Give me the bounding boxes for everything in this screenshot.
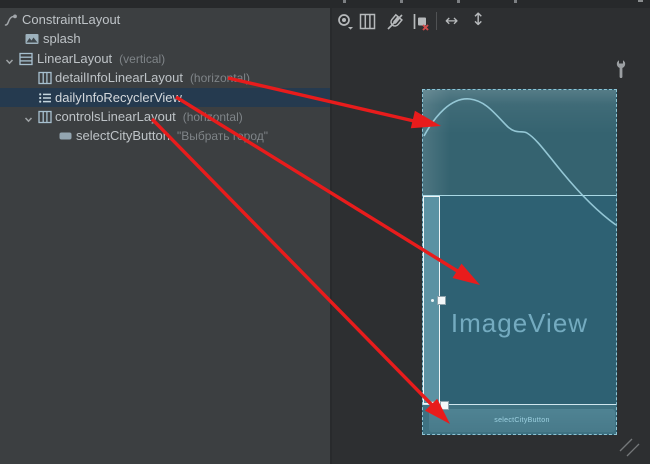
tree-item-label: LinearLayout bbox=[37, 49, 112, 68]
tree-item-secondary: (horizontal) bbox=[183, 108, 243, 127]
toolbar-remnant-icon bbox=[400, 0, 403, 3]
image-icon bbox=[25, 32, 39, 46]
tree-item-splash[interactable]: splash bbox=[0, 29, 330, 48]
tree-item-label: controlsLinearLayout bbox=[55, 107, 176, 126]
tree-item-label: selectCityButton bbox=[76, 126, 170, 145]
view-options-eye-icon[interactable] bbox=[335, 12, 353, 31]
tree-item-label: splash bbox=[43, 29, 81, 48]
button-icon bbox=[59, 129, 73, 143]
resize-handle[interactable] bbox=[430, 401, 439, 410]
select-city-button-preview[interactable]: selectCityButton bbox=[429, 409, 615, 432]
orient-horizontal-icon[interactable]: ↔ bbox=[445, 12, 458, 30]
toolbar-separator bbox=[436, 12, 437, 30]
toolbar-remnant-icon bbox=[457, 0, 460, 3]
canvas-resize-handle[interactable] bbox=[619, 438, 641, 457]
tree-item-label: ConstraintLayout bbox=[22, 10, 120, 29]
controls-linearlayout-region[interactable]: selectCityButton bbox=[423, 404, 616, 434]
tree-item-detailinfolinearlayout[interactable]: detailInfoLinearLayout (horizontal) bbox=[0, 68, 330, 87]
linearlayout-vertical-icon bbox=[19, 52, 33, 66]
clear-constraints-icon[interactable] bbox=[411, 12, 429, 31]
wrench-icon[interactable] bbox=[613, 58, 629, 80]
panel-divider[interactable] bbox=[330, 8, 332, 464]
toolbar-remnant-icon bbox=[638, 0, 643, 2]
tree-item-dailyinforecyclerview[interactable]: dailyInfoRecyclerView bbox=[0, 88, 330, 107]
constraint-layout-icon bbox=[4, 13, 18, 27]
top-strip bbox=[0, 0, 650, 8]
recyclerview-list-icon bbox=[38, 91, 52, 105]
chevron-down-icon[interactable] bbox=[23, 111, 34, 122]
tree-item-label: dailyInfoRecyclerView bbox=[55, 88, 182, 107]
chevron-down-icon[interactable] bbox=[4, 53, 15, 64]
tree-item-controlslinearlayout[interactable]: controlsLinearLayout (horizontal) bbox=[0, 107, 330, 126]
orient-vertical-icon[interactable]: ↕ bbox=[471, 11, 485, 29]
splash-imageview-region[interactable] bbox=[423, 90, 616, 196]
design-preview[interactable]: ImageView selectCityButton bbox=[422, 89, 617, 435]
tree-item-secondary: "Выбрать город" bbox=[177, 127, 268, 146]
imageview-placeholder-label: ImageView bbox=[423, 308, 616, 339]
anchor-dot bbox=[431, 299, 434, 302]
layout-editor: { "tree": { "items": [ {"label": "Constr… bbox=[0, 0, 650, 464]
column-mode-icon[interactable] bbox=[359, 13, 377, 32]
component-tree-panel: ConstraintLayout splash LinearLayout (ver… bbox=[0, 8, 330, 464]
autoconnect-off-magnet-icon[interactable] bbox=[384, 11, 402, 30]
toolbar-remnant-icon bbox=[343, 0, 346, 3]
tree-item-secondary: (horizontal) bbox=[190, 69, 250, 88]
linearlayout-horizontal-icon bbox=[38, 110, 52, 124]
resize-handle[interactable] bbox=[437, 296, 446, 305]
tree-item-label: detailInfoLinearLayout bbox=[55, 68, 183, 87]
tree-item-secondary: (vertical) bbox=[119, 50, 165, 69]
resize-handle[interactable] bbox=[440, 401, 449, 410]
tree-item-linearlayout[interactable]: LinearLayout (vertical) bbox=[0, 49, 330, 68]
tree-item-selectcitybutton[interactable]: selectCityButton "Выбрать город" bbox=[0, 126, 330, 145]
tree-item-constraintlayout[interactable]: ConstraintLayout bbox=[0, 10, 330, 29]
toolbar-remnant-icon bbox=[514, 0, 517, 3]
linearlayout-horizontal-icon bbox=[38, 71, 52, 85]
